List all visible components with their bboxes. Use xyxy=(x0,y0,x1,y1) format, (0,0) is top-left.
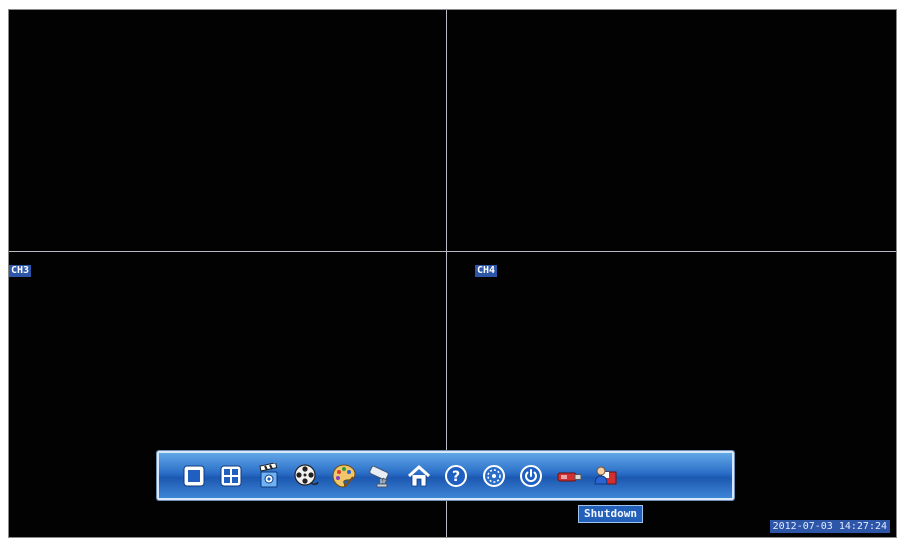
quad-view-button[interactable] xyxy=(214,459,249,492)
record-button[interactable] xyxy=(251,459,286,492)
channel-3-label: CH3 xyxy=(9,265,32,277)
system-settings-button[interactable] xyxy=(476,459,511,492)
channel-4-label: CH4 xyxy=(475,265,498,277)
playback-button[interactable] xyxy=(289,459,324,492)
shutdown-button[interactable] xyxy=(514,459,549,492)
quad-view-icon xyxy=(220,465,242,486)
backup-button[interactable] xyxy=(551,459,586,492)
datetime-display: 2012-07-03 14:27:24 xyxy=(769,520,890,533)
channel-1-view[interactable] xyxy=(9,10,446,251)
user-login-button[interactable] xyxy=(589,459,624,492)
user-login-icon xyxy=(594,466,617,484)
power-icon xyxy=(520,464,542,487)
settings-dial-icon xyxy=(482,464,505,487)
color-adjust-button[interactable] xyxy=(326,459,361,492)
usb-drive-icon xyxy=(557,472,581,481)
grid-divider-horizontal xyxy=(9,251,896,252)
main-toolbar: ? xyxy=(157,451,734,500)
channel-2-view[interactable] xyxy=(447,10,896,251)
single-view-icon xyxy=(183,465,204,486)
help-icon: ? xyxy=(445,464,467,487)
single-view-button[interactable] xyxy=(176,459,211,492)
color-palette-icon xyxy=(331,463,356,488)
shutdown-tooltip: Shutdown xyxy=(578,505,643,523)
svg-text:?: ? xyxy=(452,469,460,485)
help-button[interactable]: ? xyxy=(439,459,474,492)
home-button[interactable] xyxy=(401,459,436,492)
clapperboard-icon xyxy=(258,462,277,487)
home-icon xyxy=(407,465,430,486)
security-camera-icon xyxy=(369,465,389,487)
ptz-camera-button[interactable] xyxy=(364,459,399,492)
film-reel-icon xyxy=(294,463,319,486)
